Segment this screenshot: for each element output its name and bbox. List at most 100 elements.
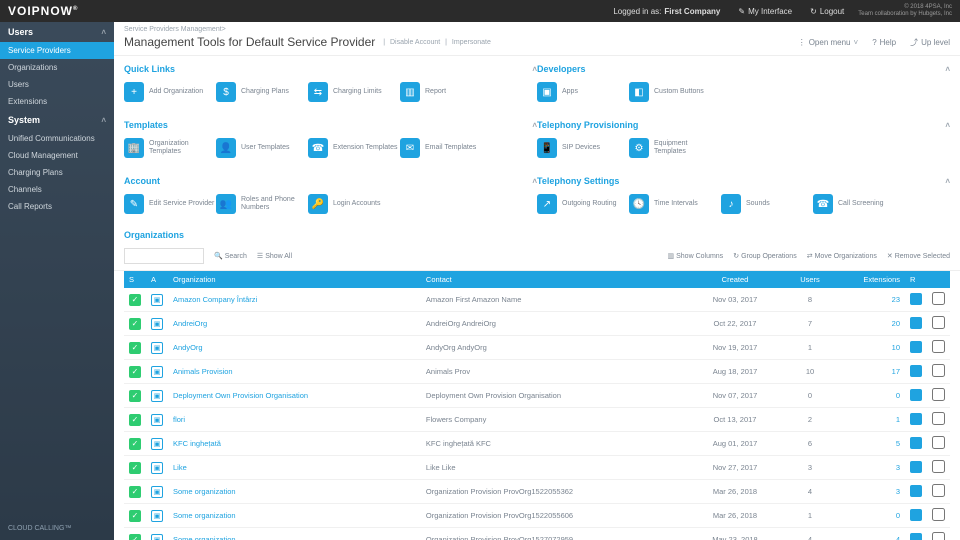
tile[interactable]: $Charging Plans [216,82,308,102]
tile[interactable]: 👥Roles and Phone Numbers [216,194,308,214]
section-developers[interactable]: Developers˄ [537,60,950,78]
row-checkbox[interactable] [932,316,945,329]
status-icon[interactable]: ✓ [129,318,141,330]
tile[interactable]: 🏢Organization Templates [124,138,216,158]
tile[interactable]: 👤User Templates [216,138,308,158]
org-link[interactable]: AndreiOrg [168,312,421,336]
search-input[interactable] [124,248,204,264]
section-templates[interactable]: Templates˄ [124,116,537,134]
ext-cell[interactable]: 23 [845,288,905,312]
org-link[interactable]: Animals Provision [168,360,421,384]
row-checkbox[interactable] [932,388,945,401]
tile[interactable]: ✎Edit Service Provider [124,194,216,214]
org-link[interactable]: AndyOrg [168,336,421,360]
report-icon[interactable] [910,485,922,497]
search-button[interactable]: 🔍Search [214,252,247,260]
ext-cell[interactable]: 0 [845,504,905,528]
section-quick-links[interactable]: Quick Links˄ [124,60,537,78]
tile[interactable]: +Add Organization [124,82,216,102]
row-checkbox[interactable] [932,484,945,497]
col-r[interactable]: R [905,271,927,288]
ext-cell[interactable]: 10 [845,336,905,360]
col-s[interactable]: S [124,271,146,288]
tile[interactable]: ↗Outgoing Routing [537,194,629,214]
status-icon[interactable]: ✓ [129,462,141,474]
org-icon[interactable]: ▣ [151,366,163,378]
status-icon[interactable]: ✓ [129,510,141,522]
tile[interactable]: ☎Extension Templates [308,138,400,158]
report-icon[interactable] [910,365,922,377]
ext-cell[interactable]: 17 [845,360,905,384]
col-a[interactable]: A [146,271,168,288]
ext-cell[interactable]: 1 [845,408,905,432]
breadcrumb[interactable]: Service Providers Management> [114,22,960,33]
tile[interactable]: 📱SIP Devices [537,138,629,158]
org-link[interactable]: Some organization [168,528,421,540]
show-columns-button[interactable]: ▥Show Columns [667,252,723,260]
col-org[interactable]: Organization [168,271,421,288]
ext-cell[interactable]: 3 [845,456,905,480]
row-checkbox[interactable] [932,340,945,353]
ext-cell[interactable]: 3 [845,480,905,504]
tile[interactable]: 🔑Login Accounts [308,194,400,214]
up-level-button[interactable]: ⤴Up level [910,37,950,48]
remove-selected-button[interactable]: ✕Remove Selected [887,252,950,260]
org-icon[interactable]: ▣ [151,414,163,426]
org-icon[interactable]: ▣ [151,318,163,330]
show-all-button[interactable]: ☰Show All [257,252,292,260]
sidebar-item[interactable]: Unified Communications [0,130,114,147]
org-link[interactable]: KFC inghețată [168,432,421,456]
impersonate-link[interactable]: Impersonate [452,39,491,46]
report-icon[interactable] [910,293,922,305]
status-icon[interactable]: ✓ [129,366,141,378]
sidebar-item[interactable]: Channels [0,181,114,198]
row-checkbox[interactable] [932,436,945,449]
row-checkbox[interactable] [932,292,945,305]
disable-account-link[interactable]: Disable Account [390,39,440,46]
org-icon[interactable]: ▣ [151,438,163,450]
tile[interactable]: ♪Sounds [721,194,813,214]
org-link[interactable]: flori [168,408,421,432]
report-icon[interactable] [910,533,922,540]
sidebar-group-system[interactable]: System˄ [0,110,114,130]
report-icon[interactable] [910,389,922,401]
status-icon[interactable]: ✓ [129,534,141,540]
ext-cell[interactable]: 0 [845,384,905,408]
status-icon[interactable]: ✓ [129,390,141,402]
org-link[interactable]: Amazon Company Întârzi [168,288,421,312]
col-created[interactable]: Created [695,271,775,288]
org-icon[interactable]: ▣ [151,534,163,540]
tile[interactable]: ✉Email Templates [400,138,492,158]
open-menu-button[interactable]: ⋮Open menu˅ [798,38,858,47]
report-icon[interactable] [910,317,922,329]
org-icon[interactable]: ▣ [151,342,163,354]
org-icon[interactable]: ▣ [151,390,163,402]
status-icon[interactable]: ✓ [129,486,141,498]
org-link[interactable]: Some organization [168,504,421,528]
tile[interactable]: ◧Custom Buttons [629,82,721,102]
row-checkbox[interactable] [932,460,945,473]
row-checkbox[interactable] [932,412,945,425]
tile[interactable]: 🕓Time Intervals [629,194,721,214]
org-link[interactable]: Some organization [168,480,421,504]
ext-cell[interactable]: 4 [845,528,905,540]
sidebar-item[interactable]: Cloud Management [0,147,114,164]
report-icon[interactable] [910,413,922,425]
report-icon[interactable] [910,461,922,473]
move-orgs-button[interactable]: ⇄Move Organizations [807,252,877,260]
org-link[interactable]: Like [168,456,421,480]
status-icon[interactable]: ✓ [129,294,141,306]
report-icon[interactable] [910,341,922,353]
tile[interactable]: ▥Report [400,82,492,102]
logout-link[interactable]: ↻Logout [810,7,844,16]
org-link[interactable]: Deployment Own Provision Organisation [168,384,421,408]
sidebar-item[interactable]: Call Reports [0,198,114,215]
status-icon[interactable]: ✓ [129,342,141,354]
col-check[interactable] [927,271,950,288]
col-users[interactable]: Users [775,271,845,288]
ext-cell[interactable]: 20 [845,312,905,336]
help-button[interactable]: ?Help [872,38,896,47]
sidebar-group-users[interactable]: Users˄ [0,22,114,42]
tile[interactable]: ⚙Equipment Templates [629,138,721,158]
org-icon[interactable]: ▣ [151,510,163,522]
